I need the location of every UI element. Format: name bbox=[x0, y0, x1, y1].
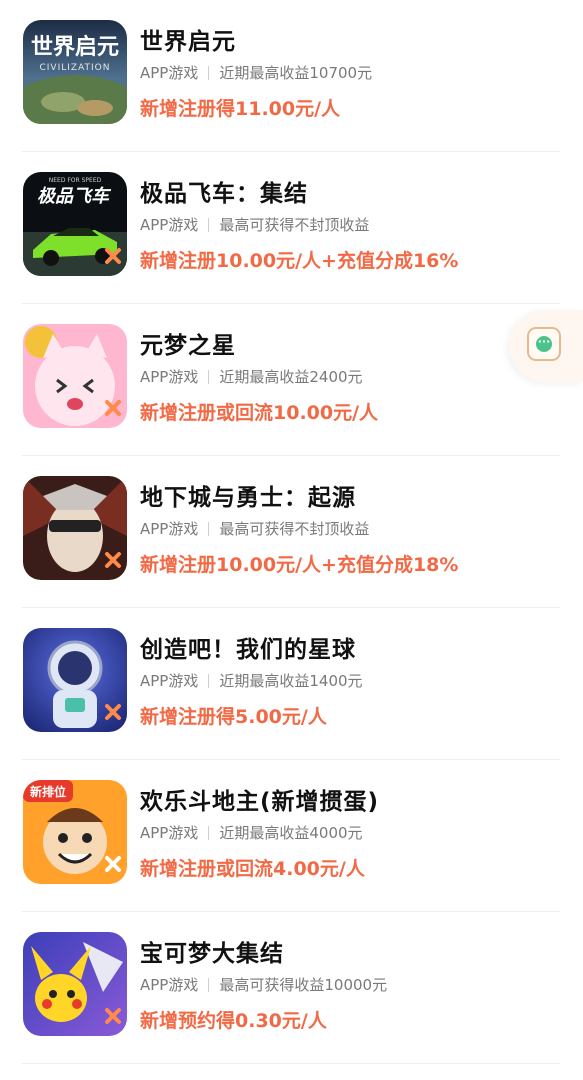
divider bbox=[208, 521, 210, 536]
app-meta: APP游戏 近期最高收益4000元 bbox=[140, 822, 363, 843]
divider bbox=[208, 217, 210, 232]
list-item[interactable]: 元梦之星 APP游戏 近期最高收益2400元 新增注册或回流10.00元/人 bbox=[22, 304, 560, 456]
earning-label: 近期最高收益4000元 bbox=[219, 824, 363, 842]
category-label: APP游戏 bbox=[140, 64, 199, 82]
app-meta: APP游戏 近期最高收益1400元 bbox=[140, 670, 363, 691]
app-title[interactable]: 世界启元 bbox=[140, 22, 236, 56]
divider bbox=[208, 825, 210, 840]
icon-badge-text: 新排位 bbox=[30, 784, 66, 799]
reward-text: 新增注册10.00元/人+充值分成16% bbox=[140, 250, 459, 272]
app-title[interactable]: 宝可梦大集结 bbox=[140, 934, 284, 968]
cute-character-game-icon[interactable] bbox=[23, 324, 127, 428]
divider bbox=[208, 673, 210, 688]
icon-title-text: 极品飞车 bbox=[37, 186, 112, 207]
app-meta: APP游戏 最高可获得不封顶收益 bbox=[140, 518, 369, 539]
card-game-character-icon[interactable]: 新排位 bbox=[23, 780, 127, 884]
category-label: APP游戏 bbox=[140, 672, 199, 690]
racing-car-game-icon[interactable]: NEED FOR SPEED 极品飞车 bbox=[23, 172, 127, 276]
list-item[interactable]: 新排位 欢乐斗地主(新增掼蛋) APP游戏 近期最高收益4000元 新增注册或回… bbox=[22, 760, 560, 912]
reward-text: 新增注册得11.00元/人 bbox=[140, 98, 341, 120]
reward-text: 新增预约得0.30元/人 bbox=[140, 1010, 327, 1032]
chat-bubble-icon: ··· bbox=[536, 336, 552, 352]
divider bbox=[208, 977, 210, 992]
divider bbox=[208, 65, 210, 80]
icon-title-text: 世界启元 bbox=[31, 34, 119, 60]
list-item[interactable]: 世界启元 CIVILIZATION 世界启元 APP游戏 近期最高收益10700… bbox=[22, 0, 560, 152]
app-title[interactable]: 地下城与勇士：起源 bbox=[140, 478, 356, 512]
app-meta: APP游戏 最高可获得收益10000元 bbox=[140, 974, 387, 995]
list-item[interactable]: 创造吧！我们的星球 APP游戏 近期最高收益1400元 新增注册得5.00元/人 bbox=[22, 608, 560, 760]
reward-text: 新增注册或回流4.00元/人 bbox=[140, 858, 365, 880]
icon-subtitle-text: NEED FOR SPEED bbox=[49, 177, 102, 184]
earning-label: 最高可获得不封顶收益 bbox=[219, 520, 370, 538]
astronaut-game-icon[interactable] bbox=[23, 628, 127, 732]
category-label: APP游戏 bbox=[140, 520, 199, 538]
earning-label: 近期最高收益10700元 bbox=[219, 64, 373, 82]
app-meta: APP游戏 近期最高收益2400元 bbox=[140, 366, 363, 387]
earning-label: 近期最高收益2400元 bbox=[219, 368, 363, 386]
list-item[interactable]: 地下城与勇士：起源 APP游戏 最高可获得不封顶收益 新增注册10.00元/人+… bbox=[22, 456, 560, 608]
reward-text: 新增注册10.00元/人+充值分成18% bbox=[140, 554, 459, 576]
icon-subtitle-text: CIVILIZATION bbox=[39, 63, 110, 73]
category-label: APP游戏 bbox=[140, 216, 199, 234]
category-label: APP游戏 bbox=[140, 976, 199, 994]
category-label: APP游戏 bbox=[140, 368, 199, 386]
app-title[interactable]: 创造吧！我们的星球 bbox=[140, 630, 356, 664]
warrior-character-game-icon[interactable] bbox=[23, 476, 127, 580]
reward-text: 新增注册得5.00元/人 bbox=[140, 706, 327, 728]
app-meta: APP游戏 近期最高收益10700元 bbox=[140, 62, 372, 83]
pikachu-game-icon[interactable] bbox=[23, 932, 127, 1036]
civilization-game-icon[interactable]: 世界启元 CIVILIZATION bbox=[23, 20, 127, 124]
list-item[interactable]: NEED FOR SPEED 极品飞车 极品飞车：集结 APP游戏 最高可获得不… bbox=[22, 152, 560, 304]
app-list: 世界启元 CIVILIZATION 世界启元 APP游戏 近期最高收益10700… bbox=[0, 0, 583, 1080]
floating-chat-button[interactable]: ··· bbox=[509, 310, 583, 382]
app-title[interactable]: 欢乐斗地主(新增掼蛋) bbox=[140, 782, 379, 816]
category-label: APP游戏 bbox=[140, 824, 199, 842]
earning-label: 最高可获得不封顶收益 bbox=[219, 216, 370, 234]
earning-label: 近期最高收益1400元 bbox=[219, 672, 363, 690]
earning-label: 最高可获得收益10000元 bbox=[219, 976, 388, 994]
list-item[interactable]: 宝可梦大集结 APP游戏 最高可获得收益10000元 新增预约得0.30元/人 bbox=[22, 912, 560, 1064]
reward-text: 新增注册或回流10.00元/人 bbox=[140, 402, 379, 424]
chat-frame: ··· bbox=[527, 327, 561, 361]
divider bbox=[208, 369, 210, 384]
app-title[interactable]: 极品飞车：集结 bbox=[140, 174, 308, 208]
app-meta: APP游戏 最高可获得不封顶收益 bbox=[140, 214, 369, 235]
app-title[interactable]: 元梦之星 bbox=[140, 326, 236, 360]
